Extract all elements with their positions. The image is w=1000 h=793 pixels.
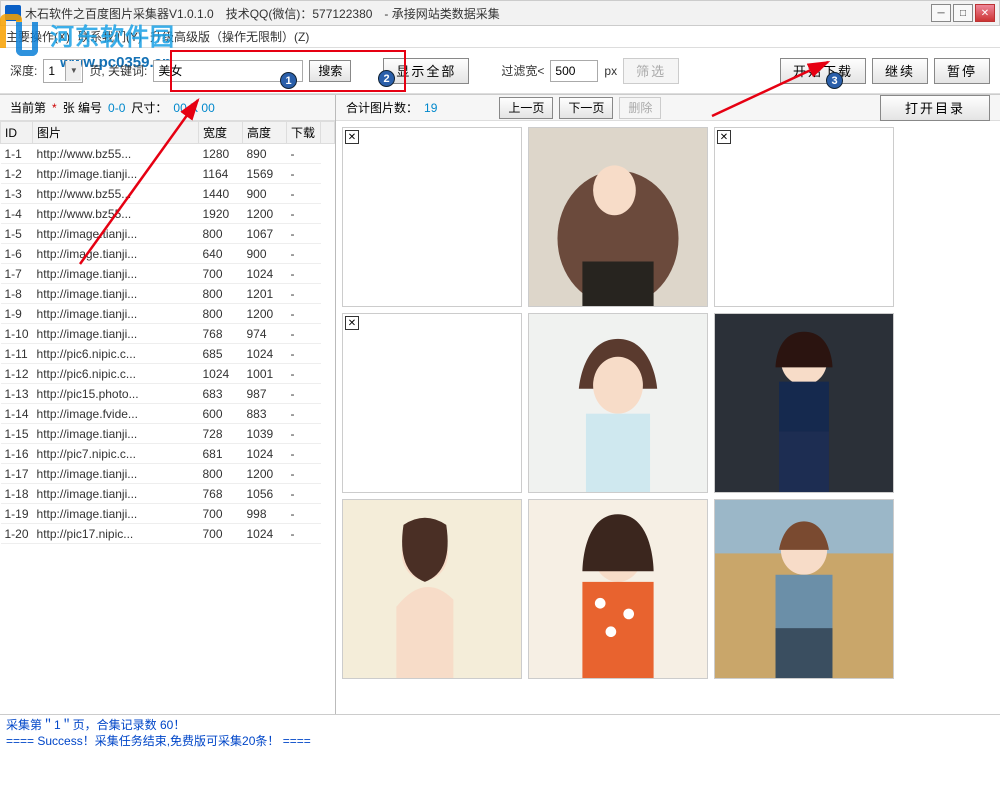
- log-line-2: ==== Success！采集任务结束,免费版可采集20条！ ====: [6, 733, 994, 749]
- filter-width-label: 过滤宽<: [501, 62, 544, 79]
- px-label: px: [604, 64, 617, 78]
- watermark-text: 河东软件园: [50, 17, 175, 52]
- total-value: 19: [424, 101, 437, 115]
- thumbnail[interactable]: [342, 499, 522, 679]
- watermark: 河东软件园: [0, 14, 175, 54]
- status-left: 当前第 * 张 编号 0-0 尺寸： 00 X 00: [0, 95, 335, 121]
- maximize-button[interactable]: □: [953, 4, 973, 22]
- next-page-button[interactable]: 下一页: [559, 97, 613, 119]
- continue-button[interactable]: 继续: [872, 58, 928, 84]
- cur-zhang: 张 编号: [63, 99, 102, 116]
- cur-prefix: 当前第: [10, 99, 46, 116]
- table-row[interactable]: 1-11http://pic6.nipic.c...6851024-: [1, 344, 335, 364]
- size-label: 尺寸：: [131, 99, 167, 116]
- prev-page-button[interactable]: 上一页: [499, 97, 553, 119]
- filter-width-input[interactable]: [550, 60, 598, 82]
- close-button[interactable]: ✕: [975, 4, 995, 22]
- page-keyword-label: 页, 关键词:: [89, 62, 147, 79]
- step-badge-3: 3: [826, 72, 843, 89]
- thumbnail-grid[interactable]: ✕ ✕ ✕: [336, 121, 1000, 714]
- table-row[interactable]: 1-13http://pic15.photo...683987-: [1, 384, 335, 404]
- close-icon[interactable]: ✕: [717, 130, 731, 144]
- close-icon[interactable]: ✕: [345, 130, 359, 144]
- depth-value: 1: [48, 64, 55, 78]
- pause-button[interactable]: 暂停: [934, 58, 990, 84]
- table-row[interactable]: 1-19http://image.tianji...700998-: [1, 504, 335, 524]
- col-pic[interactable]: 图片: [33, 122, 199, 144]
- thumbnail[interactable]: ✕: [342, 313, 522, 493]
- thumbnail[interactable]: [528, 313, 708, 493]
- close-icon[interactable]: ✕: [345, 316, 359, 330]
- table-row[interactable]: 1-20http://pic17.nipic...7001024-: [1, 524, 335, 544]
- table-row[interactable]: 1-6http://image.tianji...640900-: [1, 244, 335, 264]
- cur-star: *: [52, 101, 57, 115]
- left-pane: 当前第 * 张 编号 0-0 尺寸： 00 X 00 ID 图片 宽度 高度 下…: [0, 95, 336, 714]
- start-download-button[interactable]: 开始下载: [780, 58, 866, 84]
- step-badge-1: 1: [280, 72, 297, 89]
- result-table[interactable]: ID 图片 宽度 高度 下载 1-1http://www.bz55...1280…: [0, 121, 335, 714]
- search-button[interactable]: 搜索: [309, 60, 351, 82]
- log-line-1: 采集第＂1＂页，合集记录数 60！: [6, 717, 994, 733]
- table-row[interactable]: 1-14http://image.fvide...600883-: [1, 404, 335, 424]
- col-dl[interactable]: 下载: [287, 122, 321, 144]
- total-label: 合计图片数：: [346, 99, 418, 116]
- log-footer: 采集第＂1＂页，合集记录数 60！ ==== Success！采集任务结束,免费…: [0, 714, 1000, 754]
- open-dir-button[interactable]: 打开目录: [880, 95, 990, 121]
- col-w[interactable]: 宽度: [199, 122, 243, 144]
- table-row[interactable]: 1-4http://www.bz55...19201200-: [1, 204, 335, 224]
- toolbar: 深度: 1 ▼ 页, 关键词: 搜索 显示全部 过滤宽< px 筛选 开始下载 …: [0, 48, 1000, 94]
- thumbnail[interactable]: ✕: [342, 127, 522, 307]
- table-row[interactable]: 1-1http://www.bz55...1280890-: [1, 144, 335, 164]
- chevron-down-icon[interactable]: ▼: [65, 61, 81, 81]
- thumbnail[interactable]: [714, 313, 894, 493]
- cur-num: 0-0: [108, 101, 125, 115]
- table-row[interactable]: 1-2http://image.tianji...11641569-: [1, 164, 335, 184]
- depth-label: 深度:: [10, 62, 37, 79]
- thumbnail[interactable]: [528, 127, 708, 307]
- table-row[interactable]: 1-10http://image.tianji...768974-: [1, 324, 335, 344]
- table-row[interactable]: 1-12http://pic6.nipic.c...10241001-: [1, 364, 335, 384]
- thumbnail[interactable]: [528, 499, 708, 679]
- table-row[interactable]: 1-9http://image.tianji...8001200-: [1, 304, 335, 324]
- table-row[interactable]: 1-16http://pic7.nipic.c...6811024-: [1, 444, 335, 464]
- right-pane: 合计图片数： 19 上一页 下一页 删除 打开目录 ✕ ✕ ✕: [336, 95, 1000, 714]
- table-row[interactable]: 1-7http://image.tianji...7001024-: [1, 264, 335, 284]
- delete-button[interactable]: 删除: [619, 97, 661, 119]
- table-row[interactable]: 1-5http://image.tianji...8001067-: [1, 224, 335, 244]
- table-row[interactable]: 1-17http://image.tianji...8001200-: [1, 464, 335, 484]
- thumbnail[interactable]: [714, 499, 894, 679]
- table-row[interactable]: 1-15http://image.tianji...7281039-: [1, 424, 335, 444]
- col-id[interactable]: ID: [1, 122, 33, 144]
- col-h[interactable]: 高度: [243, 122, 287, 144]
- thumbnail[interactable]: ✕: [714, 127, 894, 307]
- table-row[interactable]: 1-8http://image.tianji...8001201-: [1, 284, 335, 304]
- table-row[interactable]: 1-3http://www.bz55...1440900-: [1, 184, 335, 204]
- filter-button[interactable]: 筛选: [623, 58, 679, 84]
- step-badge-2: 2: [378, 70, 395, 87]
- show-all-button[interactable]: 显示全部: [383, 58, 469, 84]
- size-value: 00 X 00: [173, 101, 214, 115]
- minimize-button[interactable]: ─: [931, 4, 951, 22]
- status-right: 合计图片数： 19 上一页 下一页 删除 打开目录: [336, 95, 1000, 121]
- table-row[interactable]: 1-18http://image.tianji...7681056-: [1, 484, 335, 504]
- depth-select[interactable]: 1 ▼: [43, 59, 83, 83]
